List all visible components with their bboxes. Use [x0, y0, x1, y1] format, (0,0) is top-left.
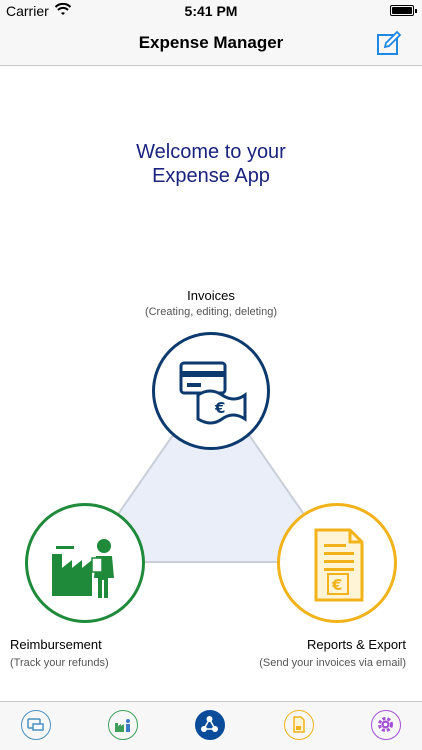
svg-text:€: € [214, 399, 225, 417]
reimbursement-tab[interactable] [108, 710, 138, 740]
invoices-label: Invoices [187, 288, 235, 303]
gear-icon [378, 717, 393, 732]
settings-tab[interactable] [371, 710, 401, 740]
hub-icon [201, 716, 218, 732]
reports-sublabel: (Send your invoices via email) [259, 657, 406, 669]
person-factory-icon [115, 719, 130, 732]
euro-document-icon: € [314, 528, 364, 602]
home-tab[interactable] [195, 710, 225, 740]
factory-person-icon [52, 539, 114, 598]
invoices-tab[interactable] [21, 710, 51, 740]
invoices-sublabel: (Creating, editing, deleting) [144, 306, 278, 318]
document-icon [293, 716, 305, 733]
invoices-button[interactable]: € [152, 332, 270, 450]
reimbursement-label: Reimbursement [10, 637, 102, 652]
svg-text:€: € [331, 576, 342, 594]
tab-bar [0, 701, 422, 750]
credit-card-cash-icon: € [179, 361, 247, 425]
card-icon [27, 718, 44, 731]
reports-tab[interactable] [284, 710, 314, 740]
reimbursement-button[interactable] [25, 503, 145, 623]
reports-label: Reports & Export [307, 637, 406, 652]
reimbursement-sublabel: (Track your refunds) [10, 657, 109, 669]
reports-export-button[interactable]: € [277, 503, 397, 623]
